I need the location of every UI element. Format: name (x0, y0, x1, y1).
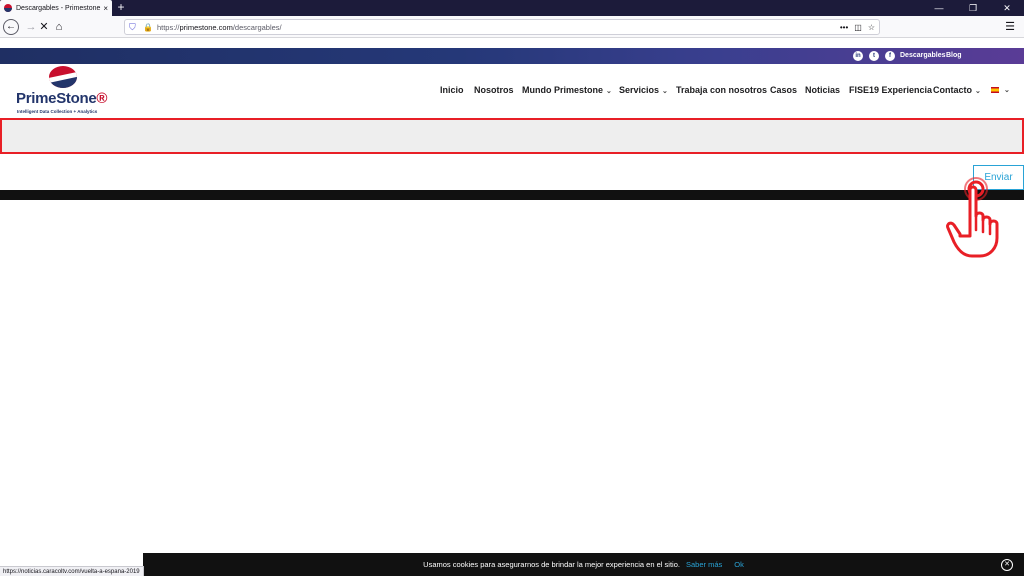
tab-close-icon[interactable]: × (103, 4, 108, 13)
browser-tab-bar: Descargables - Primestone × + — ❐ ✕ (0, 0, 1024, 16)
language-selector[interactable]: ⌄ (991, 83, 1010, 97)
primestone-logo[interactable]: PrimeStone® Intelligent Data Collection … (14, 64, 114, 118)
nav-item-servicios[interactable]: Servicios ⌄ (619, 83, 668, 99)
form-input-field[interactable] (0, 118, 1024, 154)
twitter-icon[interactable]: t (869, 51, 879, 61)
chevron-down-icon: ⌄ (975, 88, 981, 95)
linkedin-icon[interactable]: in (853, 51, 863, 61)
chevron-down-icon: ⌄ (662, 88, 668, 95)
logo-name-part1: Prime (16, 90, 57, 107)
spain-flag-icon (991, 87, 999, 93)
facebook-icon[interactable]: f (885, 51, 895, 61)
nav-label: Nosotros (474, 85, 514, 95)
tracking-protection-shield-icon[interactable]: ⛉ (129, 22, 137, 32)
home-icon[interactable]: ⌂ (50, 18, 68, 36)
nav-item-nosotros[interactable]: Nosotros (474, 83, 514, 97)
back-arrow-icon[interactable]: ← (3, 19, 19, 35)
address-bar[interactable]: ⛉ 🔒 https://primestone.com/descargables/… (124, 19, 880, 35)
nav-label: Mundo Primestone (522, 85, 604, 95)
lock-icon[interactable]: 🔒 (143, 23, 153, 32)
nav-item-noticias[interactable]: Noticias (805, 83, 840, 97)
nav-item-casos[interactable]: Casos (770, 83, 797, 97)
logo-wordmark: PrimeStone® (16, 90, 108, 107)
section-divider (0, 190, 1024, 200)
pointing-hand-icon (946, 177, 999, 258)
logo-name-part2: Stone (56, 90, 97, 107)
cookie-message: Usamos cookies para asegurarnos de brind… (423, 560, 680, 569)
url-host: primestone.com (179, 22, 233, 32)
url-text[interactable]: https://primestone.com/descargables/ (157, 23, 834, 32)
close-icon[interactable]: ✕ (1001, 559, 1013, 571)
cookie-consent-bar: Usamos cookies para asegurarnos de brind… (143, 553, 1024, 576)
topbar-link-descargables[interactable]: Descargables (900, 51, 946, 61)
url-path: /descargables/ (232, 22, 282, 32)
topbar-link-blog[interactable]: Blog (946, 51, 962, 61)
pocket-icon[interactable]: ◫ (854, 23, 862, 32)
nav-item-trabaja[interactable]: Trabaja con nosotros (676, 83, 767, 97)
nav-label: Noticias (805, 85, 841, 95)
window-close-button[interactable]: ✕ (990, 0, 1024, 16)
chevron-down-icon: ⌄ (1004, 87, 1010, 94)
nav-label: Casos (770, 85, 798, 95)
cookie-ok-button[interactable]: Ok (734, 560, 744, 569)
nav-label: Servicios (619, 85, 660, 95)
site-favicon-icon (4, 4, 12, 12)
nav-item-inicio[interactable]: Inicio (440, 83, 464, 97)
url-scheme: https:// (156, 22, 180, 32)
primestone-logo-mark-icon (49, 66, 77, 88)
nav-item-fise19[interactable]: FISE19 Experiencia (849, 83, 932, 97)
nav-item-mundo-primestone[interactable]: Mundo Primestone ⌄ (522, 83, 612, 99)
nav-item-contacto[interactable]: Contacto ⌄ (933, 83, 981, 99)
page-actions-icon[interactable]: ••• (840, 23, 848, 32)
hamburger-menu-icon[interactable]: ☰ (1002, 18, 1018, 36)
tab-title: Descargables - Primestone (16, 4, 101, 12)
cookie-learn-more-link[interactable]: Saber más (686, 560, 722, 569)
chevron-down-icon: ⌄ (606, 88, 612, 95)
browser-toolbar: ← → ✕ ⌂ ⛉ 🔒 https://primestone.com/desca… (0, 16, 1024, 38)
window-controls: — ❐ ✕ (922, 0, 1024, 16)
nav-label: Inicio (440, 85, 464, 95)
hand-outline (946, 185, 999, 258)
new-tab-button[interactable]: + (114, 0, 128, 16)
logo-tagline: Intelligent Data Collection + Analytics (17, 109, 98, 114)
bookmark-star-icon[interactable]: ☆ (868, 23, 875, 32)
nav-label: Contacto (933, 85, 972, 95)
browser-tab[interactable]: Descargables - Primestone × (0, 0, 112, 16)
minimize-button[interactable]: — (922, 0, 956, 16)
status-bar-url: https://noticias.caracoltv.com/vuelta-a-… (0, 566, 144, 576)
nav-label: FISE19 Experiencia (849, 85, 933, 95)
restore-button[interactable]: ❐ (956, 0, 990, 16)
site-top-strip: in t f Descargables Blog (0, 48, 1024, 64)
nav-label: Trabaja con nosotros (676, 85, 768, 95)
